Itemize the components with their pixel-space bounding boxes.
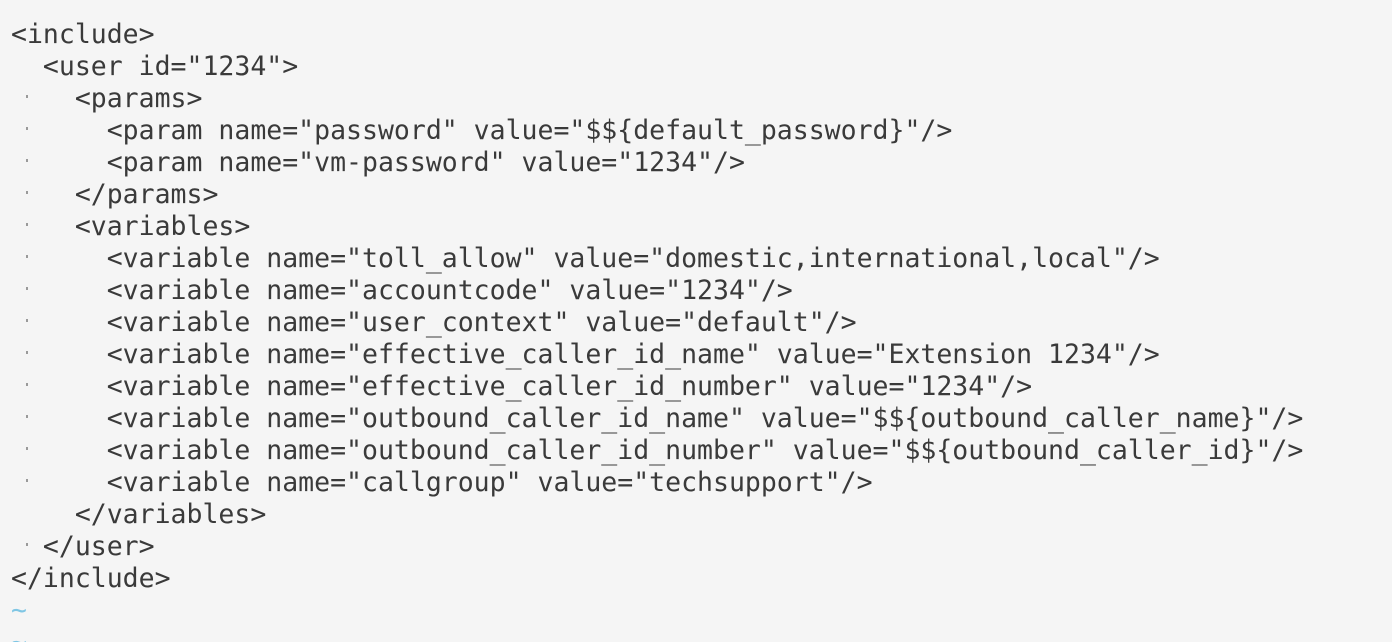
- code-line-1[interactable]: <include>: [11, 19, 1303, 51]
- code-line-2[interactable]: <user id="1234">: [11, 51, 1303, 83]
- indent-guide-marker: [26, 255, 28, 258]
- code-line-text: <variable name="outbound_caller_id_numbe…: [11, 435, 1304, 466]
- code-line-text: <variable name="user_context" value="def…: [11, 307, 857, 338]
- code-line-8[interactable]: <variable name="toll_allow" value="domes…: [11, 243, 1303, 275]
- indent-guide-marker: [26, 127, 28, 130]
- code-line-16[interactable]: </variables>: [11, 499, 1303, 531]
- code-line-7[interactable]: <variables>: [11, 211, 1303, 243]
- end-of-buffer-line: ~: [11, 627, 1303, 642]
- code-line-text: </params>: [11, 179, 219, 210]
- indent-guide-marker: [26, 159, 28, 162]
- code-line-text: <variables>: [11, 211, 251, 242]
- code-line-15[interactable]: <variable name="callgroup" value="techsu…: [11, 467, 1303, 499]
- code-line-6[interactable]: </params>: [11, 179, 1303, 211]
- code-line-10[interactable]: <variable name="user_context" value="def…: [11, 307, 1303, 339]
- code-line-14[interactable]: <variable name="outbound_caller_id_numbe…: [11, 435, 1303, 467]
- code-line-text: <user id="1234">: [11, 51, 299, 82]
- text-editor[interactable]: <include> <user id="1234"> <params> <par…: [0, 0, 1392, 642]
- code-line-text: <variable name="effective_caller_id_name…: [11, 339, 1160, 370]
- code-line-17[interactable]: </user>: [11, 531, 1303, 563]
- code-line-text: </variables>: [11, 499, 267, 530]
- code-line-3[interactable]: <params>: [11, 83, 1303, 115]
- code-line-18[interactable]: </include>: [11, 563, 1303, 595]
- code-line-5[interactable]: <param name="vm-password" value="1234"/>: [11, 147, 1303, 179]
- indent-guide-marker: [26, 479, 28, 482]
- indent-guide-marker: [26, 287, 28, 290]
- tilde-marker: ~: [11, 627, 27, 642]
- code-line-9[interactable]: <variable name="accountcode" value="1234…: [11, 275, 1303, 307]
- indent-guide-marker: [26, 447, 28, 450]
- code-line-text: <param name="password" value="$${default…: [11, 115, 953, 146]
- indent-guide-marker: [26, 543, 28, 546]
- code-line-13[interactable]: <variable name="outbound_caller_id_name"…: [11, 403, 1303, 435]
- code-line-12[interactable]: <variable name="effective_caller_id_numb…: [11, 371, 1303, 403]
- code-line-text: <variable name="accountcode" value="1234…: [11, 275, 793, 306]
- indent-guide-marker: [26, 95, 28, 98]
- code-buffer[interactable]: <include> <user id="1234"> <params> <par…: [11, 19, 1303, 642]
- code-line-4[interactable]: <param name="password" value="$${default…: [11, 115, 1303, 147]
- code-line-text: <variable name="outbound_caller_id_name"…: [11, 403, 1304, 434]
- code-line-text: </include>: [11, 563, 171, 594]
- tilde-marker: ~: [11, 595, 27, 626]
- code-line-text: <include>: [11, 19, 155, 50]
- code-line-text: <params>: [11, 83, 203, 114]
- code-line-text: </user>: [11, 531, 155, 562]
- indent-guide-marker: [26, 415, 28, 418]
- indent-guide-marker: [26, 383, 28, 386]
- indent-guide-marker: [26, 223, 28, 226]
- end-of-buffer-line: ~: [11, 595, 1303, 627]
- code-line-text: <variable name="toll_allow" value="domes…: [11, 243, 1160, 274]
- code-line-text: <variable name="callgroup" value="techsu…: [11, 467, 873, 498]
- indent-guide-marker: [26, 319, 28, 322]
- indent-guide-marker: [26, 351, 28, 354]
- code-line-11[interactable]: <variable name="effective_caller_id_name…: [11, 339, 1303, 371]
- indent-guide-marker: [26, 191, 28, 194]
- code-line-text: <param name="vm-password" value="1234"/>: [11, 147, 745, 178]
- code-line-text: <variable name="effective_caller_id_numb…: [11, 371, 1033, 402]
